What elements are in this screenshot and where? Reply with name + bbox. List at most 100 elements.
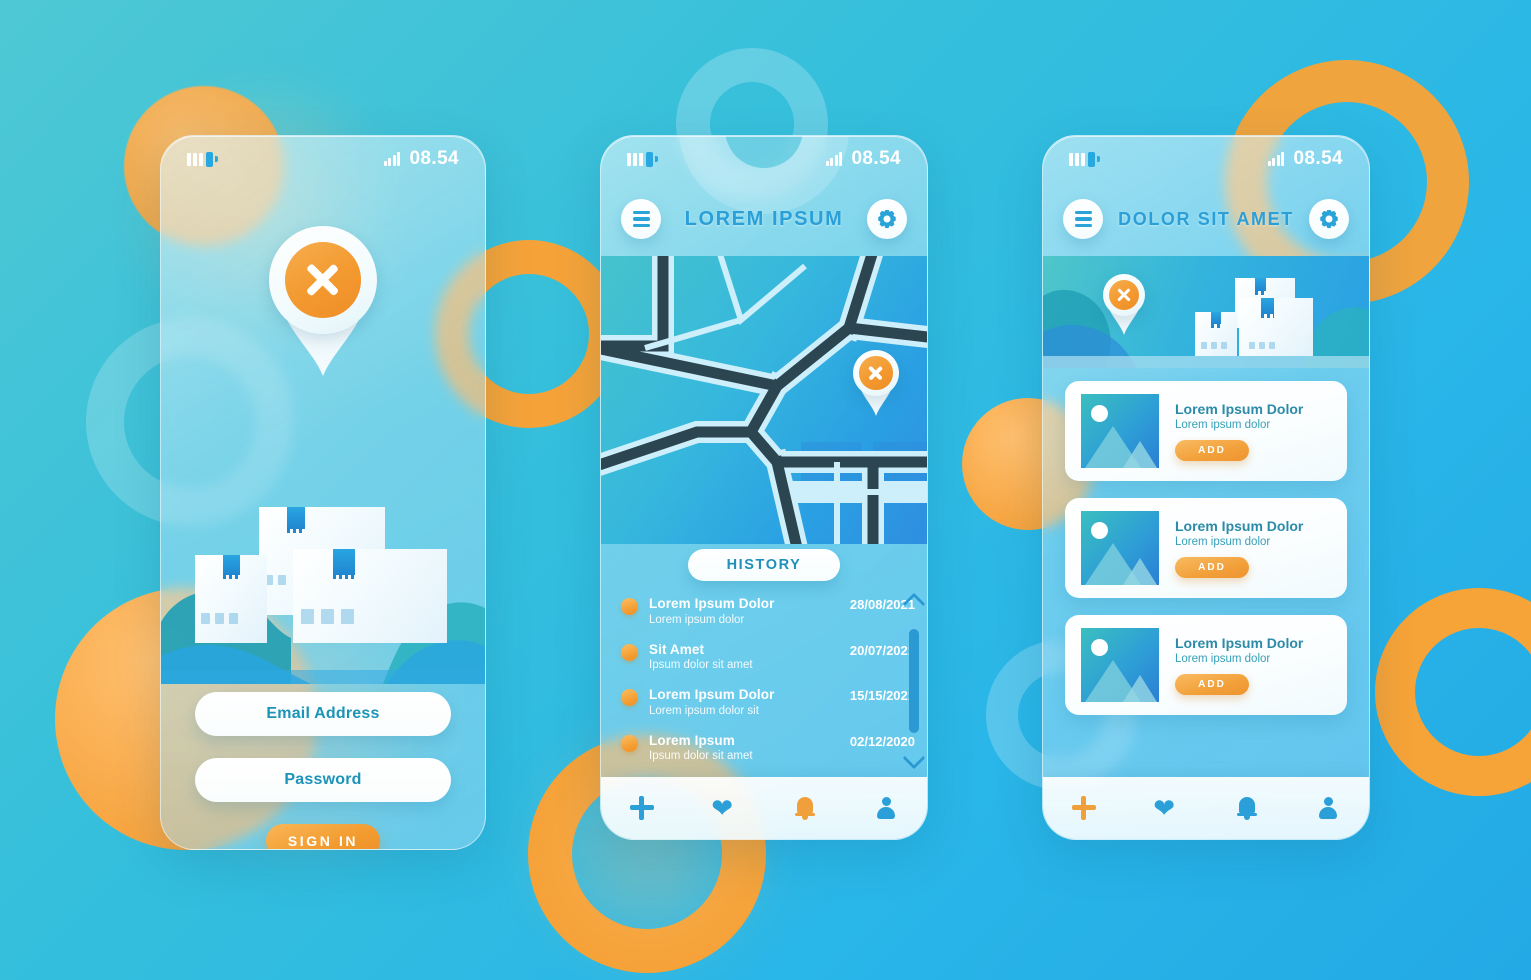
history-title: Lorem Ipsum: [649, 732, 735, 748]
box-tape-back: [287, 507, 305, 533]
list-item[interactable]: Lorem Ipsum Dolor Lorem ipsum dolor ADD: [1065, 498, 1347, 598]
box-tape-left: [223, 555, 240, 579]
chevron-down-icon[interactable]: [902, 746, 926, 770]
list-item[interactable]: Lorem Ipsum Dolor Lorem ipsum dolor ADD: [1065, 615, 1347, 715]
tab-favorites[interactable]: ❤: [704, 789, 742, 827]
card-subtitle: Lorem ipsum dolor: [1175, 419, 1271, 432]
phone-screen-catalog: 08.54 DOLOR SIT AMET Lorem Ipsum Dolor L…: [1042, 135, 1370, 840]
list-item[interactable]: Sit Amet Ipsum dolor sit amet 20/07/2021: [621, 641, 915, 672]
box-tape-front: [333, 549, 355, 579]
location-pin-cancel-icon: [269, 226, 377, 376]
battery-icon: [627, 151, 658, 167]
list-item[interactable]: Lorem Ipsum Dolor Lorem ipsum dolor 28/0…: [621, 596, 915, 626]
history-subtitle: Lorem ipsum dolor: [649, 613, 745, 626]
status-clock: 08.54: [1293, 148, 1343, 169]
chevron-up-icon[interactable]: [902, 592, 926, 616]
app-bar-catalog: DOLOR SIT AMET: [1043, 182, 1369, 256]
fragile-glyphs-back: [265, 575, 286, 585]
user-icon: [876, 796, 896, 820]
bell-icon: [1236, 796, 1257, 820]
banner-tape-front: [1261, 298, 1274, 318]
parcel-boxes: [161, 499, 485, 664]
login-hero-illustration: [161, 182, 485, 684]
signal-bars-icon: [1267, 152, 1285, 166]
bottom-tab-bar-tracking: ❤: [601, 777, 927, 839]
page-title: LOREM IPSUM: [684, 207, 844, 230]
banner-glyphs-front: [1249, 342, 1275, 349]
card-subtitle: Lorem ipsum dolor: [1175, 536, 1271, 549]
catalog-banner: [1043, 256, 1369, 368]
password-field[interactable]: Password: [195, 758, 451, 802]
mountain-image-icon: [1081, 394, 1159, 468]
history-title: Lorem Ipsum Dolor: [649, 596, 775, 611]
status-clock: 08.54: [409, 148, 459, 169]
battery-icon: [187, 151, 218, 167]
tab-favorites[interactable]: ❤: [1146, 789, 1184, 827]
signal-bars-icon: [825, 152, 843, 166]
bell-icon: [794, 796, 815, 820]
tab-add[interactable]: [623, 789, 661, 827]
email-field[interactable]: Email Address: [195, 692, 451, 736]
scrollbar-thumb[interactable]: [909, 629, 919, 733]
history-list: Lorem Ipsum Dolor Lorem ipsum dolor 28/0…: [621, 596, 915, 778]
plus-icon: [1071, 796, 1096, 820]
product-card-list: Lorem Ipsum Dolor Lorem ipsum dolor ADD …: [1043, 381, 1369, 777]
mountain-image-icon: [1081, 511, 1159, 585]
tab-notifications[interactable]: [786, 789, 824, 827]
card-title: Lorem Ipsum Dolor: [1175, 400, 1304, 417]
hamburger-menu-icon[interactable]: [1063, 199, 1103, 239]
fragile-glyphs-front: [301, 609, 354, 624]
banner-tape-left: [1211, 312, 1221, 328]
status-dot: [621, 689, 638, 707]
tab-profile[interactable]: [1309, 789, 1347, 827]
bottom-tab-bar-catalog: ❤: [1043, 777, 1369, 839]
add-button[interactable]: ADD: [1175, 674, 1249, 696]
phone-screen-login: 08.54 Email Address Password SIGN IN: [160, 135, 486, 850]
add-button[interactable]: ADD: [1175, 440, 1249, 462]
battery-icon: [1069, 151, 1100, 167]
hamburger-menu-icon[interactable]: [621, 199, 661, 239]
login-form: Email Address Password SIGN IN Forgot Pa…: [161, 692, 485, 849]
tab-add[interactable]: [1065, 789, 1103, 827]
password-field-placeholder: Password: [284, 771, 362, 788]
app-bar-tracking: LOREM IPSUM: [601, 182, 927, 256]
gear-icon[interactable]: [1308, 199, 1349, 239]
history-title: Lorem Ipsum Dolor: [649, 687, 775, 703]
add-button[interactable]: ADD: [1175, 557, 1249, 579]
history-subtitle: Ipsum dolor sit amet: [649, 659, 753, 672]
location-pin-cancel-icon[interactable]: [853, 350, 899, 416]
signal-bars-icon: [383, 152, 401, 166]
history-subtitle: Lorem ipsum dolor sit: [649, 704, 759, 717]
add-button-label: ADD: [1198, 562, 1226, 574]
history-subtitle: Ipsum dolor sit amet: [649, 750, 753, 763]
banner-tape-back: [1255, 278, 1266, 295]
status-dot: [621, 643, 638, 661]
list-item[interactable]: Lorem Ipsum Dolor Lorem ipsum dolor ADD: [1065, 381, 1347, 481]
list-item[interactable]: Lorem Ipsum Dolor Lorem ipsum dolor sit …: [621, 687, 915, 717]
location-pin-cancel-icon: [1103, 274, 1145, 335]
history-button[interactable]: HISTORY: [688, 549, 840, 581]
status-dot: [621, 598, 638, 615]
add-button-label: ADD: [1198, 445, 1226, 457]
box-front: [293, 549, 447, 643]
banner-glyphs-left: [1201, 342, 1227, 349]
fragile-glyphs-left: [201, 613, 238, 624]
add-button-label: ADD: [1198, 679, 1226, 691]
history-scrollbar[interactable]: [901, 592, 927, 770]
list-item[interactable]: Lorem Ipsum Ipsum dolor sit amet 02/12/2…: [621, 732, 915, 763]
tab-profile[interactable]: [867, 789, 905, 827]
card-subtitle: Lorem ipsum dolor: [1175, 653, 1271, 666]
heart-icon: ❤: [711, 793, 734, 823]
tab-notifications[interactable]: [1228, 789, 1266, 827]
user-icon: [1318, 796, 1338, 820]
sign-in-button[interactable]: SIGN IN: [266, 824, 380, 849]
history-title: Sit Amet: [649, 641, 705, 657]
status-dot: [621, 734, 638, 752]
card-title: Lorem Ipsum Dolor: [1175, 634, 1304, 651]
gear-icon[interactable]: [867, 199, 907, 239]
heart-icon: ❤: [1153, 793, 1176, 823]
map-view[interactable]: [601, 256, 927, 544]
history-button-label: HISTORY: [726, 557, 802, 573]
status-bar-login: 08.54: [161, 136, 485, 182]
orange-ring-bottom-right: [1375, 588, 1531, 796]
